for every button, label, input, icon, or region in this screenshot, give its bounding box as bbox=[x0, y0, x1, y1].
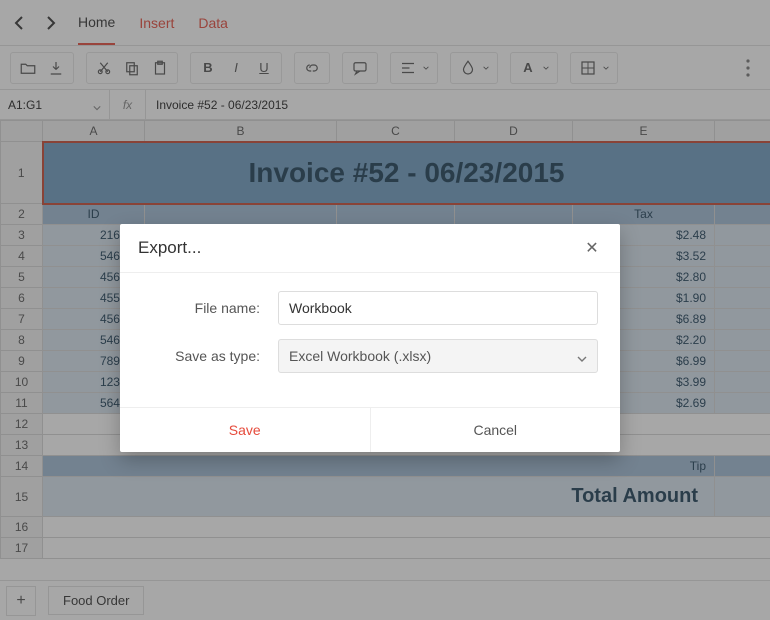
chevron-down-icon bbox=[577, 351, 587, 361]
close-icon[interactable]: ✕ bbox=[582, 238, 602, 258]
filename-label: File name: bbox=[142, 300, 260, 316]
save-type-value: Excel Workbook (.xlsx) bbox=[289, 348, 431, 364]
save-button[interactable]: Save bbox=[120, 408, 371, 452]
filename-input[interactable] bbox=[278, 291, 598, 325]
cancel-button[interactable]: Cancel bbox=[371, 408, 621, 452]
dialog-body: File name: Save as type: Excel Workbook … bbox=[120, 273, 620, 407]
dialog-header: Export... ✕ bbox=[120, 224, 620, 273]
export-dialog: Export... ✕ File name: Save as type: Exc… bbox=[120, 224, 620, 452]
dialog-actions: Save Cancel bbox=[120, 407, 620, 452]
save-type-select[interactable]: Excel Workbook (.xlsx) bbox=[278, 339, 598, 373]
save-type-label: Save as type: bbox=[142, 348, 260, 364]
spreadsheet-app: Home Insert Data B I U bbox=[0, 0, 770, 620]
dialog-title: Export... bbox=[138, 238, 201, 258]
